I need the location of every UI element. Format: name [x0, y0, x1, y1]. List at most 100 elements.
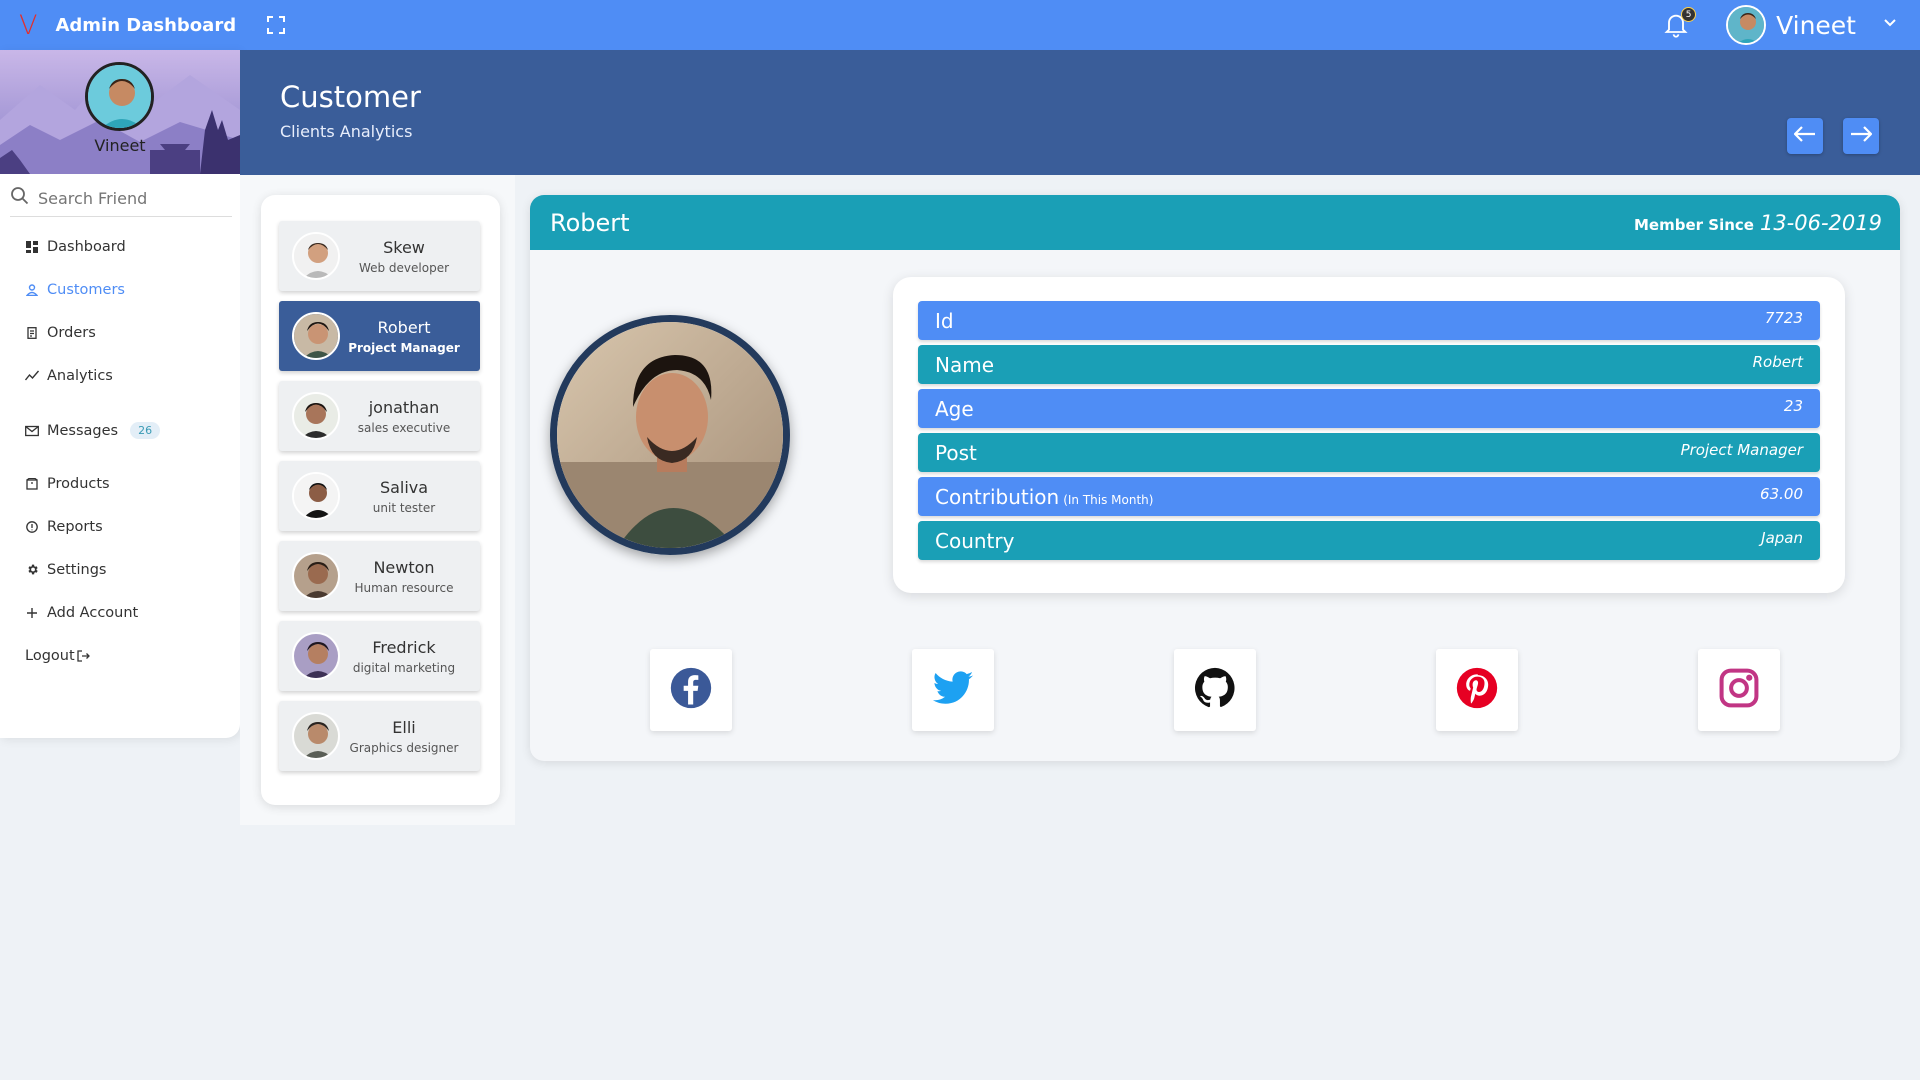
sidebar-item-analytics[interactable]: Analytics — [0, 354, 240, 397]
facebook-icon — [669, 666, 713, 714]
sidebar-item-reports[interactable]: Reports — [0, 505, 240, 548]
friend-avatar — [292, 632, 340, 680]
member-since-label: Member Since — [1634, 215, 1754, 234]
logout-icon — [77, 649, 90, 662]
sidebar-item-logout[interactable]: Logout — [0, 634, 240, 677]
user-icon — [25, 283, 39, 297]
user-menu[interactable]: Vineet — [1726, 5, 1898, 45]
next-button[interactable] — [1843, 118, 1879, 154]
friend-item-skew[interactable]: Skew Web developer — [279, 221, 480, 291]
user-name: Vineet — [1776, 10, 1856, 40]
fullscreen-icon[interactable] — [266, 15, 286, 35]
sidebar-item-orders[interactable]: Orders — [0, 311, 240, 354]
app-logo[interactable]: V — [19, 12, 37, 39]
friend-item-elli[interactable]: Elli Graphics designer — [279, 701, 480, 771]
info-row-country: Country Japan — [918, 521, 1820, 560]
sidebar-item-customers[interactable]: Customers — [0, 268, 240, 311]
sidebar-item-label: Reports — [47, 518, 103, 535]
sidebar-item-label: Analytics — [47, 367, 113, 384]
arrow-right-icon — [1850, 126, 1873, 146]
twitter-icon — [931, 666, 975, 714]
friend-role: Project Manager — [348, 340, 460, 355]
previous-button[interactable] — [1787, 118, 1823, 154]
friend-avatar — [292, 712, 340, 760]
sidebar-item-messages[interactable]: Messages 26 — [0, 409, 240, 452]
customer-photo — [550, 315, 790, 555]
page-header: Customer Clients Analytics — [240, 50, 1920, 175]
info-key: Post — [935, 440, 977, 465]
sidebar-item-dashboard[interactable]: Dashboard — [0, 225, 240, 268]
info-row-contribution: Contribution (In This Month) 63.00 — [918, 477, 1820, 516]
friend-name: Saliva — [379, 477, 429, 497]
sidebar-nav: Dashboard Customers Orders Analytics Mes… — [0, 225, 240, 677]
search-input[interactable] — [38, 188, 228, 208]
trend-icon — [25, 369, 39, 383]
info-key-note: (In This Month) — [1063, 492, 1154, 507]
customer-detail-card: Robert Member Since 13-06-2019 Id 7723 N… — [530, 195, 1900, 761]
friend-list: Skew Web developer Robert Project Manage… — [261, 195, 500, 805]
friend-avatar — [292, 392, 340, 440]
customer-name: Robert — [550, 208, 630, 237]
friend-name: Skew — [383, 237, 425, 257]
detail-header: Robert Member Since 13-06-2019 — [530, 195, 1900, 250]
instagram-icon — [1717, 666, 1761, 714]
friend-item-fredrick[interactable]: Fredrick digital marketing — [279, 621, 480, 691]
info-icon — [25, 520, 39, 534]
notification-bell-icon[interactable]: 5 — [1662, 7, 1697, 39]
profile-avatar[interactable] — [85, 62, 154, 131]
github-button[interactable] — [1174, 649, 1256, 731]
plus-icon — [25, 606, 39, 620]
info-value: Project Manager — [1680, 441, 1803, 459]
friend-item-robert[interactable]: Robert Project Manager — [279, 301, 480, 371]
chevron-down-icon[interactable] — [1882, 15, 1898, 35]
instagram-button[interactable] — [1698, 649, 1780, 731]
friend-name: jonathan — [368, 397, 440, 417]
friend-name: Newton — [373, 557, 435, 577]
friend-item-newton[interactable]: Newton Human resource — [279, 541, 480, 611]
sidebar-banner: Vineet — [0, 50, 240, 174]
friend-role: unit tester — [372, 500, 436, 515]
sidebar-item-label: Add Account — [47, 604, 139, 621]
friend-role: sales executive — [357, 420, 451, 435]
friend-item-jonathan[interactable]: jonathan sales executive — [279, 381, 480, 451]
receipt-icon — [25, 326, 39, 340]
user-avatar — [1726, 5, 1767, 45]
mail-icon — [25, 424, 39, 438]
info-key: Country — [935, 528, 1015, 553]
friend-role: Web developer — [358, 260, 450, 275]
sidebar-item-label: Products — [47, 475, 110, 492]
box-icon — [25, 477, 39, 491]
search-bar — [10, 186, 232, 217]
customer-info-card: Id 7723 Name Robert Age 23 Post Project … — [893, 277, 1845, 593]
social-links — [650, 649, 1780, 731]
profile-name: Vineet — [94, 136, 146, 155]
messages-count-badge: 26 — [130, 422, 161, 439]
app-title[interactable]: Admin Dashboard — [55, 15, 236, 36]
sidebar-item-add-account[interactable]: Add Account — [0, 591, 240, 634]
twitter-button[interactable] — [912, 649, 994, 731]
friend-role: digital marketing — [352, 660, 456, 675]
friend-avatar — [292, 552, 340, 600]
info-row-id: Id 7723 — [918, 301, 1820, 340]
info-value: 7723 — [1764, 309, 1803, 327]
friend-role: Graphics designer — [349, 740, 459, 755]
sidebar-item-label: Customers — [47, 281, 125, 298]
top-bar: V Admin Dashboard 5 Vineet — [0, 0, 1920, 50]
member-since-date: 13-06-2019 — [1759, 210, 1882, 235]
sidebar-item-label: Settings — [47, 561, 107, 578]
pinterest-button[interactable] — [1436, 649, 1518, 731]
page-subtitle: Clients Analytics — [280, 122, 413, 141]
info-key: Id — [935, 308, 954, 333]
friend-item-saliva[interactable]: Saliva unit tester — [279, 461, 480, 531]
info-key: Age — [935, 396, 974, 421]
sidebar-item-settings[interactable]: Settings — [0, 548, 240, 591]
info-value: 63.00 — [1760, 485, 1803, 503]
friend-name: Elli — [392, 717, 416, 737]
facebook-button[interactable] — [650, 649, 732, 731]
arrow-left-icon — [1793, 126, 1816, 146]
info-key: Name — [935, 352, 995, 377]
sidebar-item-products[interactable]: Products — [0, 462, 240, 505]
friend-avatar — [292, 312, 340, 360]
github-icon — [1193, 666, 1237, 714]
search-icon — [10, 186, 30, 210]
